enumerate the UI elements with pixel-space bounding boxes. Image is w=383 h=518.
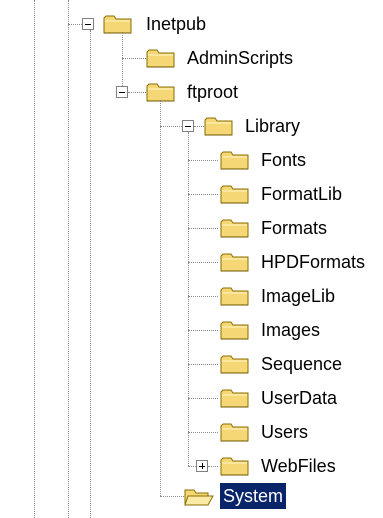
tree-connector <box>188 194 218 195</box>
expand-toggle[interactable] <box>196 460 208 472</box>
tree-connector <box>188 160 218 161</box>
collapse-toggle[interactable] <box>82 18 94 30</box>
tree-node-label: ImageLib <box>261 286 336 306</box>
collapse-toggle[interactable] <box>182 120 194 132</box>
tree-node-label: UserData <box>261 388 338 408</box>
tree-node-library[interactable]: Library <box>204 112 354 142</box>
tree-node-formats[interactable]: Formats <box>220 214 380 244</box>
folder-icon <box>204 117 233 136</box>
minus-icon <box>185 126 191 127</box>
tree-connector <box>122 58 146 59</box>
tree-connector <box>188 466 196 467</box>
tree-node-formatlib[interactable]: FormatLib <box>220 180 380 210</box>
tree-node-system[interactable]: System <box>184 482 314 512</box>
tree-node-inetpub[interactable]: Inetpub <box>103 10 253 40</box>
folder-icon <box>220 423 249 442</box>
tree-connector <box>194 126 204 127</box>
tree-node-label: AdminScripts <box>187 48 294 68</box>
folder-icon <box>103 15 132 34</box>
folder-icon <box>146 83 175 102</box>
tree-node-users[interactable]: Users <box>220 418 380 448</box>
tree-connector <box>208 466 218 467</box>
tree-node-imagelib[interactable]: ImageLib <box>220 282 380 312</box>
tree-node-label: ftproot <box>187 82 239 102</box>
tree-guide-line <box>160 100 161 496</box>
tree-connector <box>68 24 82 25</box>
tree-node-fonts[interactable]: Fonts <box>220 146 380 176</box>
tree-node-adminscripts[interactable]: AdminScripts <box>146 44 346 74</box>
tree-guide-line <box>188 132 189 466</box>
folder-icon <box>220 185 249 204</box>
folder-icon <box>220 355 249 374</box>
tree-connector <box>188 228 218 229</box>
folder-icon <box>220 389 249 408</box>
tree-connector <box>128 92 146 93</box>
tree-connector <box>188 296 218 297</box>
tree-node-userdata[interactable]: UserData <box>220 384 380 414</box>
tree-node-images[interactable]: Images <box>220 316 380 346</box>
folder-icon <box>220 457 249 476</box>
minus-icon <box>119 92 125 93</box>
tree-connector <box>188 398 218 399</box>
tree-node-label: FormatLib <box>261 184 343 204</box>
tree-node-label: Sequence <box>261 354 343 374</box>
tree-node-label: Library <box>245 116 301 136</box>
tree-connector <box>188 364 218 365</box>
tree-guide-line <box>34 0 35 518</box>
tree-node-label: HPDFormats <box>261 252 366 272</box>
tree-node-hpdformats[interactable]: HPDFormats <box>220 248 383 278</box>
collapse-toggle[interactable] <box>116 86 128 98</box>
tree-node-sequence[interactable]: Sequence <box>220 350 380 380</box>
tree-node-label: Inetpub <box>146 14 207 34</box>
tree-connector <box>160 496 184 497</box>
tree-node-webfiles[interactable]: WebFiles <box>220 452 380 482</box>
tree-node-label: Formats <box>261 218 328 238</box>
tree-node-label: Users <box>261 422 309 442</box>
minus-icon <box>85 24 91 25</box>
tree-guide-line <box>90 30 91 518</box>
plus-icon-v <box>202 463 203 469</box>
folder-icon <box>220 253 249 272</box>
tree-connector <box>188 262 218 263</box>
tree-guide-line <box>122 32 123 92</box>
tree-node-ftproot[interactable]: ftproot <box>146 78 296 108</box>
tree-connector <box>160 126 182 127</box>
folder-icon <box>220 287 249 306</box>
folder-icon <box>220 321 249 340</box>
folder-icon <box>220 219 249 238</box>
tree-connector <box>188 330 218 331</box>
tree-node-label: Fonts <box>261 150 307 170</box>
tree-node-label-selected: System <box>220 483 287 509</box>
tree-node-label: Images <box>261 320 321 340</box>
folder-icon <box>146 49 175 68</box>
tree-guide-line <box>68 0 69 518</box>
folder-tree: Inetpub AdminScripts ftproot Library Fon… <box>0 0 383 518</box>
tree-node-label: WebFiles <box>261 456 336 476</box>
folder-icon <box>220 151 249 170</box>
open-folder-icon <box>184 489 214 506</box>
tree-connector <box>188 432 218 433</box>
